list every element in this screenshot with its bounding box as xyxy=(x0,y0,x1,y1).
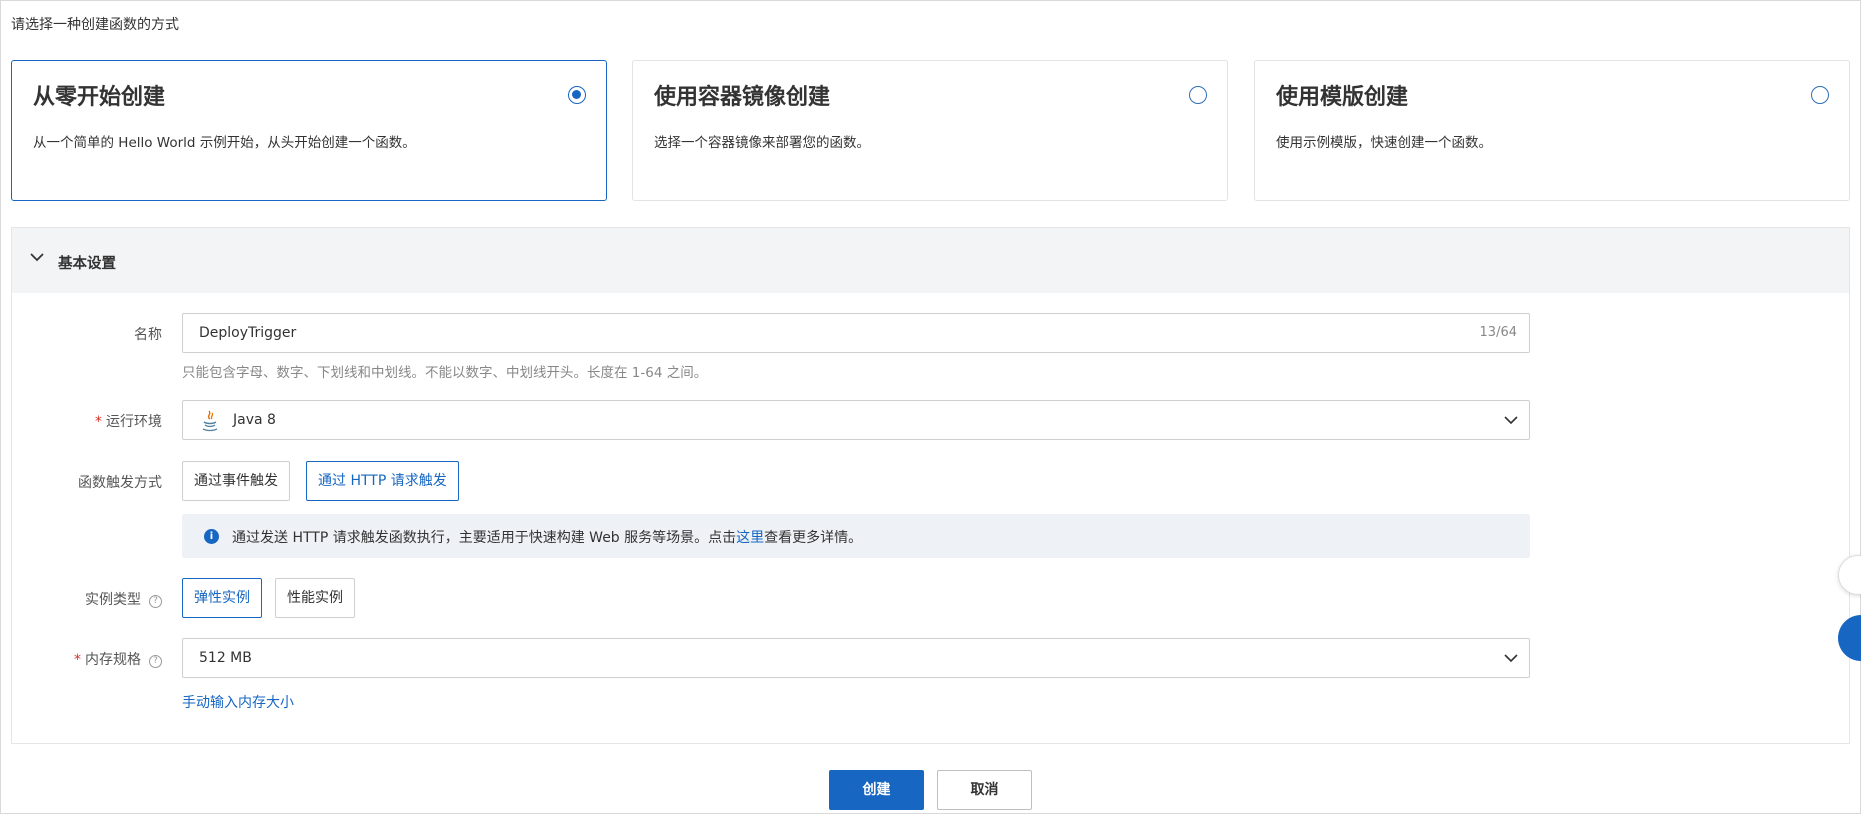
method-card-desc: 选择一个容器镜像来部署您的函数。 xyxy=(654,135,870,151)
required-mark: * xyxy=(74,652,81,668)
function-name-input[interactable]: DeployTrigger 13/64 xyxy=(182,313,1530,353)
help-icon[interactable]: ? xyxy=(149,595,162,608)
runtime-label: * 运行环境 xyxy=(95,414,162,430)
memory-select[interactable]: 512 MB xyxy=(182,638,1530,678)
page-heading: 请选择一种创建函数的方式 xyxy=(11,17,179,33)
info-text: 通过发送 HTTP 请求触发函数执行，主要适用于快速构建 Web 服务等场景。点… xyxy=(232,530,863,546)
chevron-down-icon xyxy=(30,253,44,262)
trigger-event-button[interactable]: 通过事件触发 xyxy=(182,461,290,501)
radio-container-image[interactable] xyxy=(1189,86,1207,104)
method-card-title: 从零开始创建 xyxy=(33,85,166,110)
manual-memory-link[interactable]: 手动输入内存大小 xyxy=(182,692,294,712)
memory-label: * 内存规格? xyxy=(12,649,162,669)
instance-performance-button[interactable]: 性能实例 xyxy=(275,578,355,618)
method-card-template[interactable]: 使用模版创建 使用示例模版，快速创建一个函数。 xyxy=(1254,60,1850,201)
method-card-container-image[interactable]: 使用容器镜像创建 选择一个容器镜像来部署您的函数。 xyxy=(632,60,1228,201)
trigger-label: 函数触发方式 xyxy=(78,475,162,491)
required-mark: * xyxy=(95,414,102,430)
java-icon xyxy=(202,410,218,432)
method-card-from-scratch[interactable]: 从零开始创建 从一个简单的 Hello World 示例开始，从头开始创建一个函… xyxy=(11,60,607,201)
info-more-link[interactable]: 这里 xyxy=(736,530,764,546)
instance-type-label: 实例类型? xyxy=(12,589,162,609)
character-counter: 13/64 xyxy=(1479,325,1517,340)
method-card-desc: 从一个简单的 Hello World 示例开始，从头开始创建一个函数。 xyxy=(33,135,416,151)
chevron-down-icon xyxy=(1504,416,1518,425)
method-card-title: 使用容器镜像创建 xyxy=(654,85,831,110)
radio-from-scratch[interactable] xyxy=(568,86,586,104)
cancel-button[interactable]: 取消 xyxy=(937,770,1032,810)
trigger-http-button[interactable]: 通过 HTTP 请求触发 xyxy=(306,461,459,501)
memory-value: 512 MB xyxy=(199,650,252,666)
name-label: 名称 xyxy=(134,327,162,343)
instance-elastic-button[interactable]: 弹性实例 xyxy=(182,578,262,618)
radio-template[interactable] xyxy=(1811,86,1829,104)
info-icon: i xyxy=(204,529,219,544)
runtime-select[interactable]: Java 8 xyxy=(182,400,1530,440)
runtime-value: Java 8 xyxy=(233,412,276,428)
help-icon[interactable]: ? xyxy=(149,655,162,668)
basic-settings-header[interactable]: 基本设置 xyxy=(12,228,1849,293)
function-name-value[interactable]: DeployTrigger xyxy=(199,325,296,341)
method-card-desc: 使用示例模版，快速创建一个函数。 xyxy=(1276,135,1492,151)
create-button[interactable]: 创建 xyxy=(829,770,924,810)
chevron-down-icon xyxy=(1504,654,1518,663)
http-trigger-info: i 通过发送 HTTP 请求触发函数执行，主要适用于快速构建 Web 服务等场景… xyxy=(182,514,1530,558)
method-card-title: 使用模版创建 xyxy=(1276,85,1409,110)
name-hint: 只能包含字母、数字、下划线和中划线。不能以数字、中划线开头。长度在 1-64 之… xyxy=(182,365,708,381)
basic-settings-title: 基本设置 xyxy=(58,256,116,272)
